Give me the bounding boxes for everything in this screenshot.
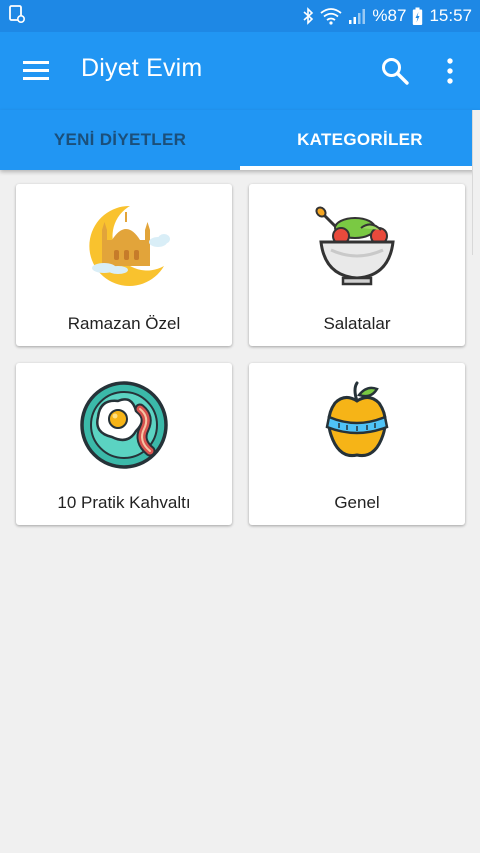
menu-button[interactable]: [20, 56, 54, 86]
notification-icon: [8, 4, 26, 29]
category-label: Ramazan Özel: [67, 314, 181, 333]
ramadan-mosque-icon: [78, 200, 170, 297]
wifi-icon: [320, 7, 342, 25]
category-card-ramazan-ozel[interactable]: Ramazan Özel: [16, 184, 232, 346]
category-label: Genel: [334, 493, 380, 512]
page-edge: [472, 110, 480, 255]
menu-icon: [20, 61, 51, 86]
tab-bar: YENİ DİYETLER KATEGORİLER: [0, 110, 480, 170]
page-title: Diyet Evim: [81, 54, 203, 82]
category-label: 10 Pratik Kahvaltı: [57, 493, 191, 512]
tab-yeni-diyetler[interactable]: YENİ DİYETLER: [0, 110, 240, 170]
apple-measuring-tape-icon: [311, 379, 403, 476]
battery-icon: [412, 7, 423, 26]
category-label: Salatalar: [323, 314, 391, 333]
battery-percent: %87: [372, 6, 407, 25]
tab-indicator: [240, 166, 472, 170]
category-card-salatalar[interactable]: Salatalar: [249, 184, 465, 346]
clock: 15:57: [429, 6, 472, 25]
search-icon: [378, 58, 412, 92]
app-bar: Diyet Evim: [0, 32, 480, 110]
salad-bowl-icon: [311, 200, 403, 297]
category-card-genel[interactable]: Genel: [249, 363, 465, 525]
status-bar: %87 15:57: [0, 0, 480, 32]
bluetooth-icon: [302, 7, 314, 25]
search-button[interactable]: [378, 54, 412, 88]
more-vert-icon: [437, 58, 463, 92]
category-card-10-pratik-kahvalti[interactable]: 10 Pratik Kahvaltı: [16, 363, 232, 525]
breakfast-egg-bacon-icon: [78, 379, 170, 476]
tab-kategoriler[interactable]: KATEGORİLER: [240, 110, 480, 170]
signal-icon: [348, 7, 366, 25]
more-options-button[interactable]: [437, 54, 463, 88]
